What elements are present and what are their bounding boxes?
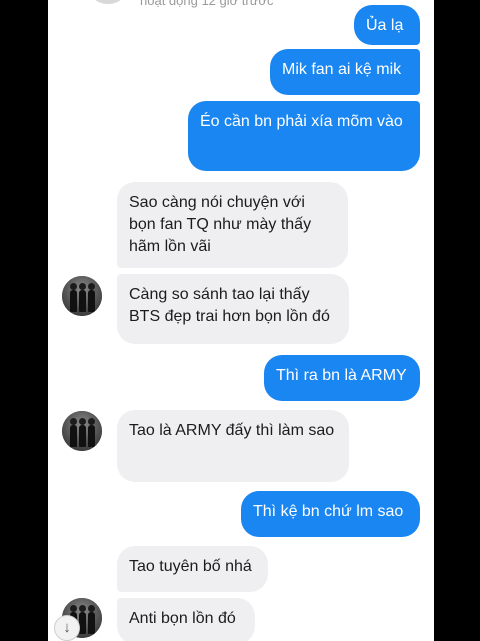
message-bubble-incoming[interactable]: Tao tuyên bố nhá bbox=[117, 546, 268, 592]
message-bubble-outgoing[interactable]: Éo cần bn phải xía mõm vào bbox=[188, 101, 420, 171]
message-bubble-outgoing[interactable]: Thì ra bn là ARMY bbox=[264, 355, 420, 401]
message-bubble-incoming[interactable]: Càng so sánh tao lại thấy BTS đẹp trai h… bbox=[117, 274, 349, 344]
message-bubble-outgoing[interactable]: Mik fan ai kệ mik bbox=[270, 49, 420, 95]
contact-avatar[interactable] bbox=[93, 0, 123, 4]
message-bubble-incoming[interactable]: Anti bọn lồn đó bbox=[117, 598, 255, 641]
sender-avatar[interactable] bbox=[62, 276, 102, 316]
message-bubble-incoming[interactable]: Tao là ARMY đấy thì làm sao bbox=[117, 410, 349, 482]
message-bubble-outgoing[interactable]: Thì kệ bn chứ lm sao bbox=[241, 491, 420, 537]
message-bubble-outgoing[interactable]: Ủa lạ bbox=[354, 5, 420, 45]
scroll-down-icon[interactable]: ↓ bbox=[54, 615, 80, 641]
message-bubble-incoming[interactable]: Sao càng nói chuyện với bọn fan TQ như m… bbox=[117, 182, 348, 268]
active-status: hoạt động 12 giờ trước bbox=[140, 0, 274, 8]
chat-screen: hoạt động 12 giờ trước Ủa lạ Mik fan ai … bbox=[48, 0, 434, 641]
sender-avatar[interactable] bbox=[62, 411, 102, 451]
